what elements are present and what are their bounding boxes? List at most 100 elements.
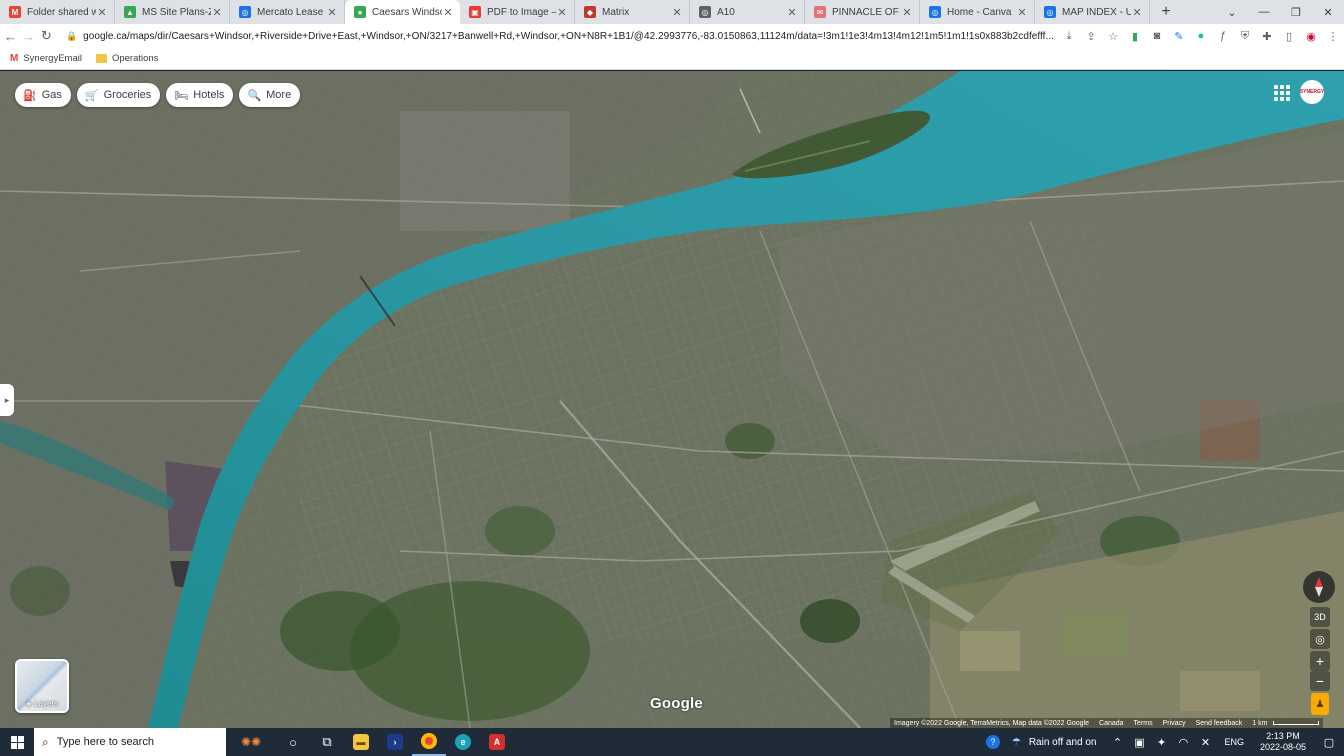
lock-icon[interactable]: 🔒: [66, 31, 77, 42]
terms-link[interactable]: Terms: [1134, 720, 1153, 727]
tab-title: Caesars Windsor to: [372, 6, 442, 18]
cart-icon: 🛒: [84, 89, 99, 102]
close-tab-icon[interactable]: ✕: [786, 6, 798, 19]
minimize-button[interactable]: —: [1248, 0, 1280, 24]
browser-tab[interactable]: ● Caesars Windsor to✕: [345, 0, 460, 24]
extension-icons: ⤓ ⇪ ☆ ▮ ◙ ✎ ● ƒ ⛨ ✚ ▯ ◉ ⋮: [1058, 25, 1344, 47]
close-tab-icon[interactable]: ✕: [1131, 6, 1143, 19]
search-icon: ⌕: [42, 734, 49, 749]
camera-icon[interactable]: ◙: [1146, 25, 1168, 47]
taskbar-search-box[interactable]: ⌕ Type here to search: [34, 728, 226, 756]
scale-label[interactable]: 1 km: [1252, 720, 1267, 727]
chip-more[interactable]: 🔍 More: [239, 83, 301, 107]
system-clock[interactable]: 2:13 PM 2022-08-05: [1252, 731, 1314, 753]
browser-tab[interactable]: ◎ Home - Canva ✕: [920, 0, 1035, 24]
extension-pen-icon[interactable]: ✎: [1168, 25, 1190, 47]
share-icon[interactable]: ⇪: [1080, 25, 1102, 47]
close-window-button[interactable]: ✕: [1312, 0, 1344, 24]
install-app-icon[interactable]: ⤓: [1058, 25, 1080, 47]
new-tab-button[interactable]: +: [1154, 0, 1178, 24]
compass-button[interactable]: [1303, 571, 1335, 603]
browser-tab[interactable]: ◎ Mercato Lease and✕: [230, 0, 345, 24]
browser-tab[interactable]: ◎ MAP INDEX - US L✕: [1035, 0, 1150, 24]
scale-bar[interactable]: [1273, 721, 1320, 725]
window-controls: ⌄ — ❐ ✕: [1216, 0, 1344, 24]
close-tab-icon[interactable]: ✕: [556, 6, 568, 19]
browser-tab[interactable]: ✉ PINNACLE OF LUX✕: [805, 0, 920, 24]
language-indicator[interactable]: ENG: [1224, 737, 1244, 747]
help-icon[interactable]: ?: [982, 728, 1004, 756]
windows-taskbar: ⌕ Type here to search ✺✺ ○ ⧉ ▬ › e A ? ☂…: [0, 728, 1344, 756]
privacy-link[interactable]: Privacy: [1163, 720, 1186, 727]
extensions-puzzle-icon[interactable]: ✚: [1256, 25, 1278, 47]
tray-app-icon[interactable]: ▣: [1128, 728, 1150, 756]
close-tab-icon[interactable]: ✕: [671, 6, 683, 19]
browser-tab[interactable]: ▲ MS Site Plans-Zon✕: [115, 0, 230, 24]
chip-groceries[interactable]: 🛒 Groceries: [76, 83, 161, 107]
close-tab-icon[interactable]: ✕: [1016, 6, 1028, 19]
browser-tab[interactable]: ◎ A10 ✕: [690, 0, 805, 24]
bookmark-synergyemail[interactable]: M SynergyEmail: [10, 53, 82, 64]
back-button[interactable]: ←: [3, 25, 18, 47]
pegman-street-view-icon[interactable]: ♟: [1311, 693, 1329, 715]
forward-button[interactable]: →: [21, 25, 36, 47]
sidebar-icon[interactable]: ▯: [1278, 25, 1300, 47]
close-tab-icon[interactable]: ✕: [901, 6, 913, 19]
weather-widget[interactable]: ☂ Rain off and on: [1008, 737, 1097, 748]
browser-tab[interactable]: ◆ Matrix ✕: [575, 0, 690, 24]
browser-menu-icon[interactable]: ⋮: [1322, 25, 1344, 47]
extension-fx-icon[interactable]: ƒ: [1212, 25, 1234, 47]
chip-label: Hotels: [193, 89, 225, 101]
acrobat-icon[interactable]: A: [480, 728, 514, 756]
satellite-map[interactable]: ⛽ Gas 🛒 Groceries 🛏 Hotels 🔍 More SYNERGY ▸ ◈ L…: [0, 71, 1344, 728]
windows-logo-icon: [10, 735, 24, 749]
zoom-in-button[interactable]: +: [1310, 651, 1330, 671]
grammarly-icon[interactable]: ●: [1190, 25, 1212, 47]
edge-icon[interactable]: e: [446, 728, 480, 756]
reload-button[interactable]: ↻: [39, 25, 54, 47]
extension-green-icon[interactable]: ▮: [1124, 25, 1146, 47]
drive-icon: ▲: [124, 6, 136, 18]
account-avatar[interactable]: SYNERGY: [1300, 80, 1324, 104]
my-location-icon[interactable]: ◎: [1310, 629, 1330, 649]
task-view-icon[interactable]: ⧉: [310, 728, 344, 756]
chip-hotels[interactable]: 🛏 Hotels: [166, 83, 234, 107]
close-tab-icon[interactable]: ✕: [326, 6, 338, 19]
wifi-icon[interactable]: ◠: [1172, 728, 1194, 756]
chip-gas[interactable]: ⛽ Gas: [15, 83, 71, 107]
search-placeholder: Type here to search: [56, 736, 154, 748]
powershell-icon[interactable]: ›: [378, 728, 412, 756]
tab-title: Home - Canva: [947, 6, 1012, 18]
country-link[interactable]: Canada: [1099, 720, 1124, 727]
dropbox-icon[interactable]: ✦: [1150, 728, 1172, 756]
close-tab-icon[interactable]: ✕: [96, 6, 108, 19]
profile-avatar-icon[interactable]: ◉: [1300, 25, 1322, 47]
close-tab-icon[interactable]: ✕: [442, 6, 454, 19]
tilt-3d-button[interactable]: 3D: [1310, 607, 1330, 627]
map-footer: Imagery ©2022 Google, TerraMetrics, Map …: [890, 718, 1324, 728]
shield-icon[interactable]: ⛨: [1234, 25, 1256, 47]
bookmark-operations[interactable]: Operations: [95, 53, 158, 64]
expand-side-panel-button[interactable]: ▸: [0, 384, 14, 416]
tab-search-chevron-icon[interactable]: ⌄: [1216, 0, 1248, 24]
satellite-imagery[interactable]: [0, 71, 1344, 728]
chrome-icon[interactable]: [412, 728, 446, 756]
address-bar[interactable]: 🔒 google.ca/maps/dir/Caesars+Windsor,+Ri…: [60, 26, 1054, 46]
google-apps-icon[interactable]: [1272, 83, 1290, 101]
notifications-icon[interactable]: ▢: [1314, 728, 1344, 756]
zoom-out-button[interactable]: −: [1310, 671, 1330, 691]
volume-muted-icon[interactable]: ✕: [1194, 728, 1216, 756]
browser-tab[interactable]: M Folder shared with✕: [0, 0, 115, 24]
send-feedback-link[interactable]: Send feedback: [1196, 720, 1243, 727]
layers-button[interactable]: ◈ Layers: [15, 659, 69, 713]
restore-button[interactable]: ❐: [1280, 0, 1312, 24]
show-hidden-icons-chevron-icon[interactable]: ⌃: [1106, 728, 1128, 756]
start-button[interactable]: [0, 728, 34, 756]
browser-tab[interactable]: ▣ PDF to Image – Co✕: [460, 0, 575, 24]
news-widget-icon[interactable]: ✺✺: [226, 728, 276, 756]
tab-title: Folder shared with: [27, 6, 96, 18]
close-tab-icon[interactable]: ✕: [211, 6, 223, 19]
cortana-icon[interactable]: ○: [276, 728, 310, 756]
file-explorer-icon[interactable]: ▬: [344, 728, 378, 756]
bookmark-star-icon[interactable]: ☆: [1102, 25, 1124, 47]
